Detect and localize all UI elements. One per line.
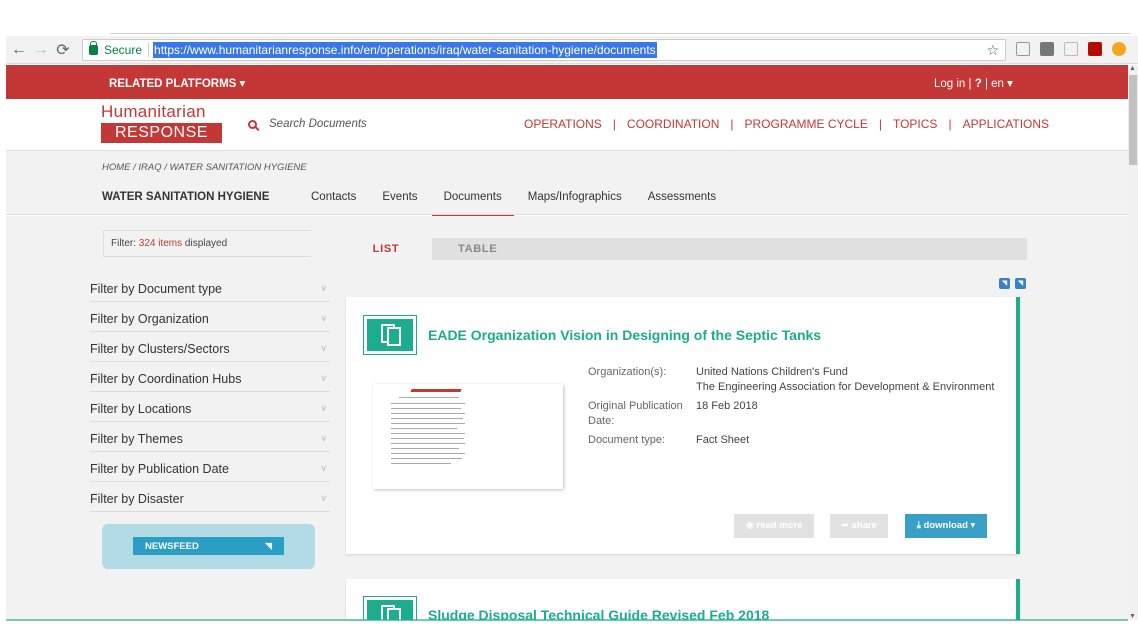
browser-toolbar: ← → ⟳ Secure https://www.humanitarianres… <box>6 36 1138 64</box>
list-view-tab[interactable]: LIST <box>340 238 432 260</box>
document-icon <box>364 597 416 620</box>
view-toggle: LIST TABLE <box>340 238 1027 260</box>
forward-icon[interactable]: → <box>30 39 52 61</box>
document-title[interactable]: EADE Organization Vision in Designing of… <box>428 327 821 343</box>
document-icon <box>364 316 416 354</box>
scrollbar-thumb[interactable] <box>1129 75 1137 165</box>
document-type: Fact Sheet <box>696 434 750 446</box>
scroll-down-icon[interactable]: ▼ <box>1129 613 1136 620</box>
newsfeed-box: NEWSFEED ◥ <box>102 524 315 569</box>
chevron-down-icon: ∨ <box>320 283 327 293</box>
chevron-down-icon: ∨ <box>320 433 327 443</box>
filter-organization[interactable]: Filter by Organization ∨ <box>90 302 330 332</box>
tab-assessments[interactable]: Assessments <box>648 191 716 218</box>
login-link[interactable]: Log in <box>934 78 965 90</box>
related-platforms-menu[interactable]: RELATED PLATFORMS ▾ <box>109 76 245 90</box>
nav-programme-cycle[interactable]: PROGRAMME CYCLE <box>745 117 868 131</box>
filter-list: Filter by Document type ∨ Filter by Organ… <box>90 272 330 512</box>
site-header: Humanitarian RESPONSE Search Documents O… <box>6 99 1128 151</box>
chevron-down-icon: ∨ <box>320 463 327 473</box>
search-documents[interactable]: Search Documents <box>248 118 367 130</box>
main-navigation: OPERATIONS | COORDINATION | PROGRAMME CYCL… <box>524 117 1050 131</box>
filter-publication-date[interactable]: Filter by Publication Date ∨ <box>90 452 330 482</box>
organization-label: Organization(s): <box>588 366 667 378</box>
chevron-down-icon: ∨ <box>320 343 327 353</box>
newsfeed-button[interactable]: NEWSFEED ◥ <box>133 537 284 555</box>
secure-indicator[interactable]: Secure <box>83 41 150 57</box>
chevron-down-icon: ∨ <box>320 313 327 323</box>
filter-coordination-hubs[interactable]: Filter by Coordination Hubs ∨ <box>90 362 330 392</box>
tab-events[interactable]: Events <box>382 191 417 218</box>
bookmark-star-icon[interactable]: ☆ <box>986 42 999 59</box>
chevron-down-icon: ∨ <box>320 403 327 413</box>
scroll-up-icon[interactable]: ▲ <box>1129 65 1136 72</box>
filter-summary: Filter: 324 items displayed <box>103 230 311 257</box>
site-logo[interactable]: Humanitarian RESPONSE <box>101 102 222 143</box>
page-scrollbar[interactable]: ▲ ▼ <box>1128 65 1138 620</box>
lock-icon <box>89 41 98 55</box>
document-card: EADE Organization Vision in Designing of… <box>346 297 1020 554</box>
help-icon[interactable]: ? <box>975 78 982 90</box>
pdf-extension-icon[interactable] <box>1088 42 1102 56</box>
page-title: WATER SANITATION HYGIENE <box>102 191 270 203</box>
breadcrumb[interactable]: HOME / IRAQ / WATER SANITATION HYGIENE <box>102 162 307 173</box>
item-count: 324 items <box>138 238 183 249</box>
chevron-down-icon: ∨ <box>320 373 327 383</box>
download-button[interactable]: ⤓ download ▾ <box>905 514 987 538</box>
tab-maps-infographics[interactable]: Maps/Infographics <box>528 191 622 218</box>
url-text[interactable]: https://www.humanitarianresponse.info/en… <box>153 42 657 58</box>
table-view-tab[interactable]: TABLE <box>458 238 497 260</box>
language-selector[interactable]: en ▾ <box>991 78 1013 90</box>
search-icon <box>248 119 257 129</box>
nav-coordination[interactable]: COORDINATION <box>627 117 719 131</box>
search-input[interactable]: Search Documents <box>269 118 367 130</box>
filter-clusters-sectors[interactable]: Filter by Clusters/Sectors ∨ <box>90 332 330 362</box>
back-icon[interactable]: ← <box>8 39 30 61</box>
publication-date-label: Original Publication <box>588 400 683 412</box>
organization-1: United Nations Children's Fund <box>696 366 848 378</box>
filter-disaster[interactable]: Filter by Disaster ∨ <box>90 482 330 512</box>
tab-documents[interactable]: Documents <box>431 191 514 218</box>
filter-locations[interactable]: Filter by Locations ∨ <box>90 392 330 422</box>
chevron-down-icon: ∨ <box>320 493 327 503</box>
rss-feed-icon-2[interactable]: ◥ <box>1015 278 1026 289</box>
publication-date-label-2: Date: <box>588 415 615 427</box>
organization-2: The Engineering Association for Developm… <box>696 381 995 393</box>
extension-icon-2[interactable] <box>1040 42 1054 56</box>
extension-icon-3[interactable] <box>1064 42 1078 56</box>
document-card: Sludge Disposal Technical Guide Revised … <box>346 579 1020 620</box>
address-bar[interactable]: Secure https://www.humanitarianresponse.… <box>82 39 1006 61</box>
extension-icon-1[interactable] <box>1016 42 1030 56</box>
rss-feed-icon[interactable]: ◥ <box>999 278 1010 289</box>
read-more-button[interactable]: ◉ read more <box>734 514 814 538</box>
section-tabs: Contacts Events Documents Maps/Infograph… <box>311 191 742 218</box>
extension-icon-5[interactable] <box>1112 42 1126 56</box>
nav-applications[interactable]: APPLICATIONS <box>963 117 1049 131</box>
share-button[interactable]: ➦ share <box>830 514 888 538</box>
reload-icon[interactable]: ⟳ <box>52 39 74 61</box>
tab-contacts[interactable]: Contacts <box>311 191 356 218</box>
top-red-bar: RELATED PLATFORMS ▾ Log in | ? | en ▾ <box>6 65 1128 99</box>
document-type-label: Document type: <box>588 434 666 446</box>
publication-date: 18 Feb 2018 <box>696 400 758 412</box>
nav-topics[interactable]: TOPICS <box>893 117 937 131</box>
filter-document-type[interactable]: Filter by Document type ∨ <box>90 272 330 302</box>
filter-themes[interactable]: Filter by Themes ∨ <box>90 422 330 452</box>
rss-icon: ◥ <box>264 541 272 552</box>
document-thumbnail[interactable] <box>373 384 563 489</box>
nav-operations[interactable]: OPERATIONS <box>524 117 602 131</box>
section-header: HOME / IRAQ / WATER SANITATION HYGIENE W… <box>6 151 1128 218</box>
browser-tab-strip <box>0 0 1138 36</box>
